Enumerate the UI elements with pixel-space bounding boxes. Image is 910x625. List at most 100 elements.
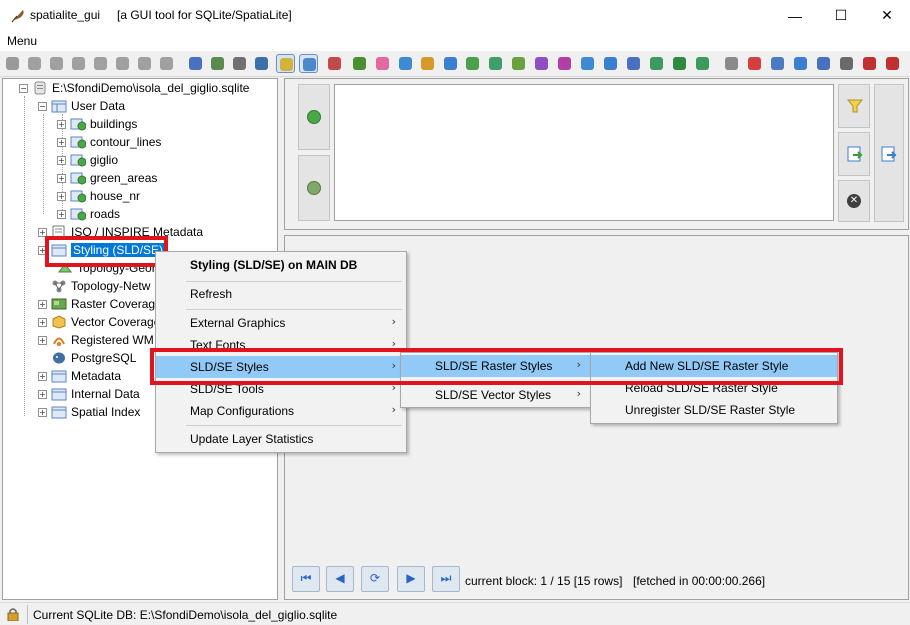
- filter-button[interactable]: [838, 84, 870, 128]
- next-block-button[interactable]: ▶: [397, 566, 425, 592]
- refresh-icon: ⟳: [369, 571, 381, 585]
- toolbar-button-export-c[interactable]: [624, 54, 643, 73]
- load-shp-icon: [211, 57, 224, 70]
- tree-layer-roads[interactable]: + roads: [57, 205, 120, 223]
- expand-icon[interactable]: +: [38, 407, 47, 417]
- db-attach-icon: [160, 57, 173, 70]
- menu-item-vector-styles[interactable]: SLD/SE Vector Styles ›: [401, 384, 591, 406]
- toolbar-button-db-memory[interactable]: [91, 54, 110, 73]
- xls-icon: [673, 57, 686, 70]
- tree-topology-networks[interactable]: Topology-Netw: [38, 277, 150, 295]
- expand-icon[interactable]: +: [38, 371, 47, 381]
- expand-icon[interactable]: +: [57, 191, 66, 201]
- toolbar-button-pdf[interactable]: [860, 54, 879, 73]
- close-button[interactable]: ✕: [864, 0, 910, 31]
- toolbar-button-connect[interactable]: [3, 54, 22, 73]
- toolbar-button-db-vacuum[interactable]: [135, 54, 154, 73]
- toolbar-button-eye[interactable]: [722, 54, 741, 73]
- toolbar-button-db[interactable]: [47, 54, 66, 73]
- tree-layer-giglio[interactable]: + giglio: [57, 151, 118, 169]
- toolbar-button-globe-b[interactable]: [486, 54, 505, 73]
- menu-item-external-graphics[interactable]: External Graphics ›: [156, 312, 406, 334]
- toolbar-button-load-shp[interactable]: [208, 54, 227, 73]
- toolbar-button-globe-c[interactable]: [509, 54, 528, 73]
- toolbar-button-xls[interactable]: [670, 54, 689, 73]
- expand-icon[interactable]: +: [38, 389, 47, 399]
- sql-editor[interactable]: [334, 84, 834, 221]
- toolbar-button-export-b[interactable]: [601, 54, 620, 73]
- toolbar-button-wms[interactable]: [814, 54, 833, 73]
- tree-spatial-index[interactable]: + Spatial Index: [38, 403, 140, 421]
- menu-item-map-configurations[interactable]: Map Configurations ›: [156, 400, 406, 422]
- tree-spatial-index-label: Spatial Index: [71, 405, 141, 419]
- menu-item-unregister-raster-style[interactable]: Unregister SLD/SE Raster Style: [591, 399, 837, 421]
- tree-user-data[interactable]: − User Data: [38, 97, 125, 115]
- toolbar-button-globe-a[interactable]: [463, 54, 482, 73]
- toolbar-button-export-d[interactable]: [647, 54, 666, 73]
- toolbar-button-import-xl[interactable]: [418, 54, 437, 73]
- toolbar-button-db-new[interactable]: [69, 54, 88, 73]
- expand-icon[interactable]: +: [57, 119, 66, 129]
- tree-layer-contour-lines[interactable]: + contour_lines: [57, 133, 161, 151]
- toolbar-button-disconnect[interactable]: [25, 54, 44, 73]
- menu-item-refresh[interactable]: Refresh: [156, 283, 406, 305]
- toolbar-button-import[interactable]: [396, 54, 415, 73]
- toolbar-button-dbf[interactable]: [441, 54, 460, 73]
- expand-icon[interactable]: +: [38, 335, 47, 345]
- toolbar-button-globe-e[interactable]: [555, 54, 574, 73]
- collapse-icon[interactable]: −: [38, 101, 47, 111]
- refresh-block-button[interactable]: ⟳: [361, 566, 389, 592]
- load-sql-button[interactable]: [838, 132, 870, 176]
- tree-layer-house-nr[interactable]: + house_nr: [57, 187, 140, 205]
- last-block-button[interactable]: ⏭: [432, 566, 460, 592]
- toolbar-button-colors[interactable]: [745, 54, 764, 73]
- maximize-button[interactable]: ☐: [818, 0, 864, 31]
- toolbar-button-map[interactable]: [791, 54, 810, 73]
- expand-icon[interactable]: +: [38, 299, 47, 309]
- expand-icon[interactable]: +: [57, 173, 66, 183]
- toolbar-button-chart[interactable]: [325, 54, 344, 73]
- sql-history-button[interactable]: [298, 155, 330, 221]
- status-bar: Current SQLite DB: E:\SfondiDemo\isola_d…: [0, 602, 910, 625]
- toolbar-button-table-export[interactable]: [693, 54, 712, 73]
- first-block-button[interactable]: ⏮: [292, 566, 320, 592]
- toolbar-button-db-attach[interactable]: [157, 54, 176, 73]
- toolbar-button-network[interactable]: [837, 54, 856, 73]
- toolbar-button-copy[interactable]: [768, 54, 787, 73]
- toolbar-button-globe-d[interactable]: [532, 54, 551, 73]
- toolbar-button-grid-view[interactable]: [299, 54, 318, 73]
- minimize-button[interactable]: —: [772, 0, 818, 31]
- tree-internal-data[interactable]: + Internal Data: [38, 385, 140, 403]
- expand-icon[interactable]: +: [38, 317, 47, 327]
- toolbar-button-run-script[interactable]: [186, 54, 205, 73]
- toolbar-button-postgres[interactable]: [252, 54, 271, 73]
- tree-metadata[interactable]: + Metadata: [38, 367, 121, 385]
- tree-layer-buildings[interactable]: + buildings: [57, 115, 137, 133]
- toolbar: [0, 51, 910, 77]
- menu-item-update-layer-statistics[interactable]: Update Layer Statistics: [156, 428, 406, 450]
- tree-postgresql[interactable]: PostgreSQL: [38, 349, 136, 367]
- clear-sql-button[interactable]: ✕: [838, 180, 870, 222]
- save-sql-button[interactable]: [874, 84, 904, 222]
- raster-icon: [51, 298, 67, 310]
- toolbar-button-export-a[interactable]: [578, 54, 597, 73]
- toolbar-button-db-export[interactable]: [113, 54, 132, 73]
- tree-registered-wms[interactable]: + Registered WM: [38, 331, 154, 349]
- toolbar-button-bug[interactable]: [350, 54, 369, 73]
- highlight-menu-path: [150, 348, 843, 385]
- sql-execute-button[interactable]: [298, 84, 330, 150]
- expand-icon[interactable]: +: [57, 155, 66, 165]
- tree-vector-coverages[interactable]: + Vector Coverage: [38, 313, 160, 331]
- toolbar-button-flower[interactable]: [373, 54, 392, 73]
- tree-root[interactable]: − E:\SfondiDemo\isola_del_giglio.sqlite: [19, 79, 249, 97]
- prev-block-button[interactable]: ◀: [326, 566, 354, 592]
- toolbar-button-car[interactable]: [230, 54, 249, 73]
- expand-icon[interactable]: +: [57, 137, 66, 147]
- expand-icon[interactable]: +: [57, 209, 66, 219]
- tree-raster-coverages[interactable]: + Raster Coverage: [38, 295, 162, 313]
- collapse-icon[interactable]: −: [19, 83, 28, 93]
- toolbar-button-font[interactable]: [883, 54, 902, 73]
- tree-layer-green-areas[interactable]: + green_areas: [57, 169, 157, 187]
- toolbar-button-tree-view[interactable]: [276, 54, 295, 73]
- menu-main[interactable]: Menu: [7, 34, 37, 48]
